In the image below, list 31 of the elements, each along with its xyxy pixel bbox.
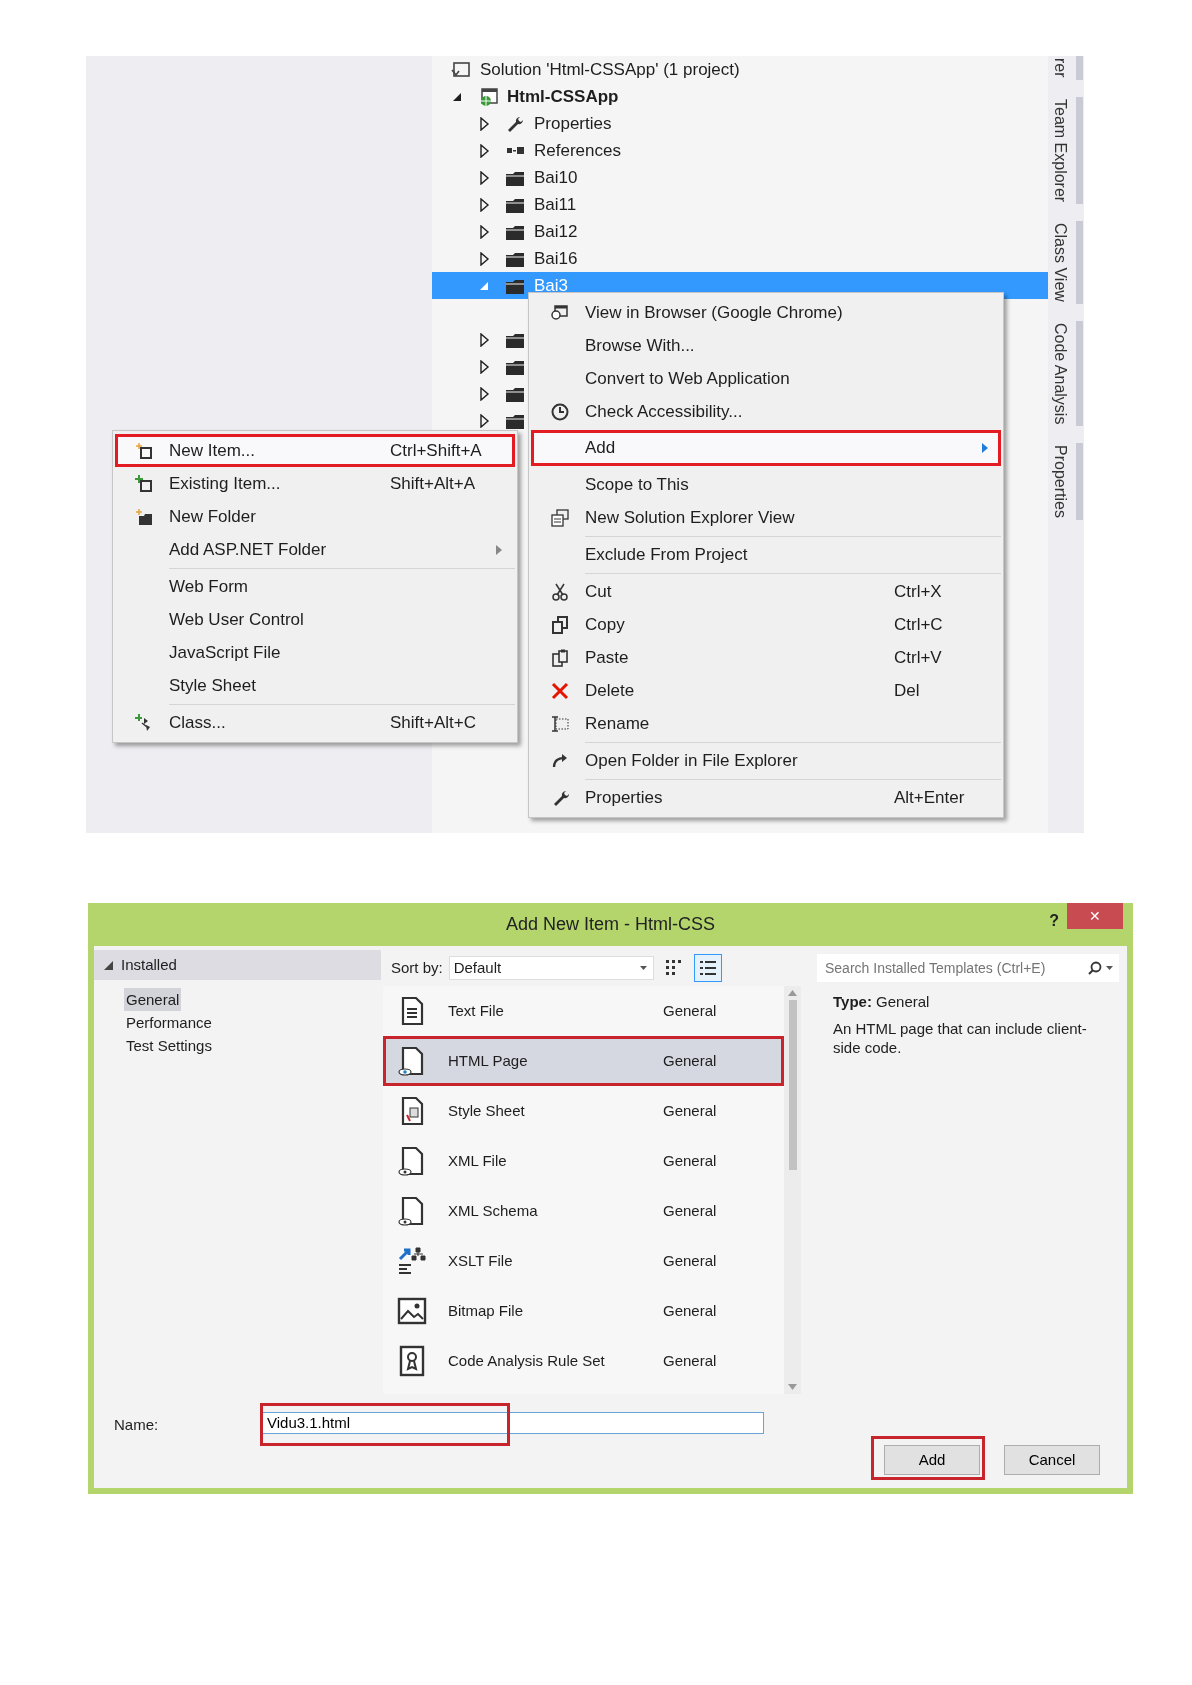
- tree-item-label: References: [534, 139, 621, 162]
- shortcut-text: Ctrl+C: [894, 613, 944, 636]
- category-text: General: [663, 1350, 717, 1371]
- shortcut-text: Del: [894, 679, 921, 702]
- dialog-title: Add New Item - Html-CSS: [505, 913, 715, 936]
- tree-item-label: Bai10: [534, 166, 578, 189]
- tree-item-label: Bai16: [534, 247, 578, 270]
- shortcut-text: Alt+Enter: [894, 786, 966, 809]
- category-text: General: [663, 1300, 717, 1321]
- shortcut-text: Ctrl+X: [894, 580, 943, 603]
- shortcut-text: Shift+Alt+C: [390, 711, 477, 734]
- category-text: General: [663, 1100, 717, 1121]
- type-label: Type:: [833, 993, 872, 1010]
- tree-item-label: Bai12: [534, 220, 578, 243]
- category-text: General: [663, 1000, 717, 1021]
- category-text: General: [663, 1150, 717, 1171]
- category-text: General: [663, 1200, 717, 1221]
- name-label: Name:: [114, 1415, 159, 1435]
- category-text: General: [663, 1250, 717, 1271]
- type-value: General: [876, 993, 930, 1010]
- shortcut-text: Ctrl+V: [894, 646, 943, 669]
- category-text: General: [663, 1050, 717, 1071]
- sort-label: Sort by:: [391, 957, 443, 978]
- tree-item-label: Bai3: [534, 274, 569, 297]
- tree-item-label: Html-CSSApp: [507, 85, 619, 108]
- description-text: An HTML page that can include client-side code.: [833, 1019, 1088, 1057]
- shortcut-text: Ctrl+Shift+A: [390, 439, 483, 462]
- tree-item-label: Bai11: [534, 193, 577, 216]
- shortcut-text: Shift+Alt+A: [390, 472, 477, 495]
- tree-item-label: Solution 'Html-CSSApp' (1 project): [480, 58, 740, 81]
- tree-item-label: Properties: [534, 112, 612, 135]
